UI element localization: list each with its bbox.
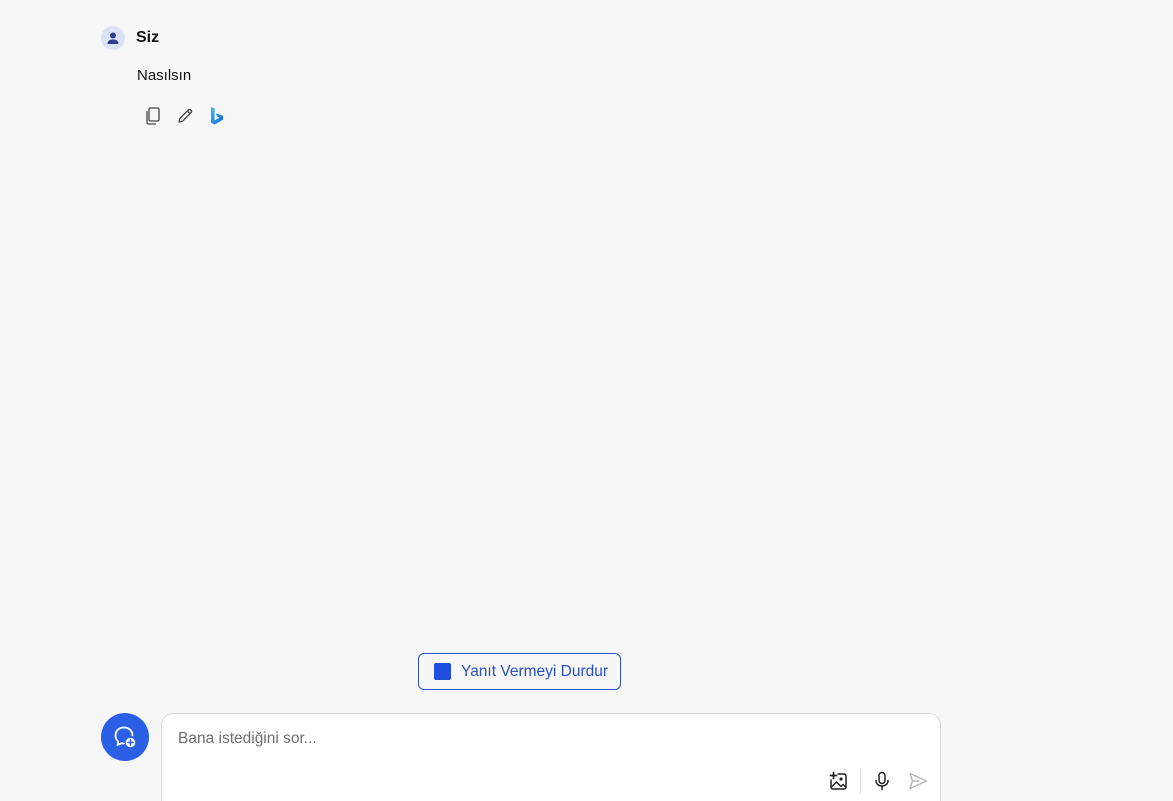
- send-button[interactable]: [905, 768, 931, 794]
- message-text: Nasılsın: [137, 67, 192, 84]
- new-chat-icon: [114, 726, 136, 748]
- edit-button[interactable]: [175, 106, 195, 126]
- bing-search-button[interactable]: [207, 106, 227, 126]
- stop-icon: [434, 663, 451, 680]
- send-icon: [909, 772, 928, 790]
- composer-toolbar: [826, 768, 931, 794]
- copy-button[interactable]: [143, 106, 163, 126]
- chat-input[interactable]: [176, 726, 920, 752]
- chat-composer: [161, 713, 941, 801]
- stop-responding-button[interactable]: Yanıt Vermeyi Durdur: [418, 653, 621, 690]
- add-image-icon: [829, 771, 847, 790]
- bing-icon: [211, 107, 223, 125]
- new-topic-button[interactable]: [101, 713, 149, 761]
- copy-icon: [146, 107, 160, 125]
- add-image-button[interactable]: [826, 768, 852, 794]
- message-header: Siz: [101, 26, 159, 50]
- edit-icon: [178, 108, 193, 123]
- microphone-icon: [875, 771, 889, 791]
- toolbar-divider: [860, 769, 861, 793]
- sender-name: Siz: [136, 29, 160, 46]
- user-icon: [107, 32, 119, 44]
- user-avatar: [101, 26, 125, 50]
- message-actions: [143, 106, 227, 126]
- chat-page: Siz Nasılsın Yanıt Vermeyi Durdur Bana i…: [0, 0, 1173, 801]
- microphone-button[interactable]: [869, 768, 895, 794]
- stop-responding-label: Yanıt Vermeyi Durdur: [461, 662, 609, 680]
